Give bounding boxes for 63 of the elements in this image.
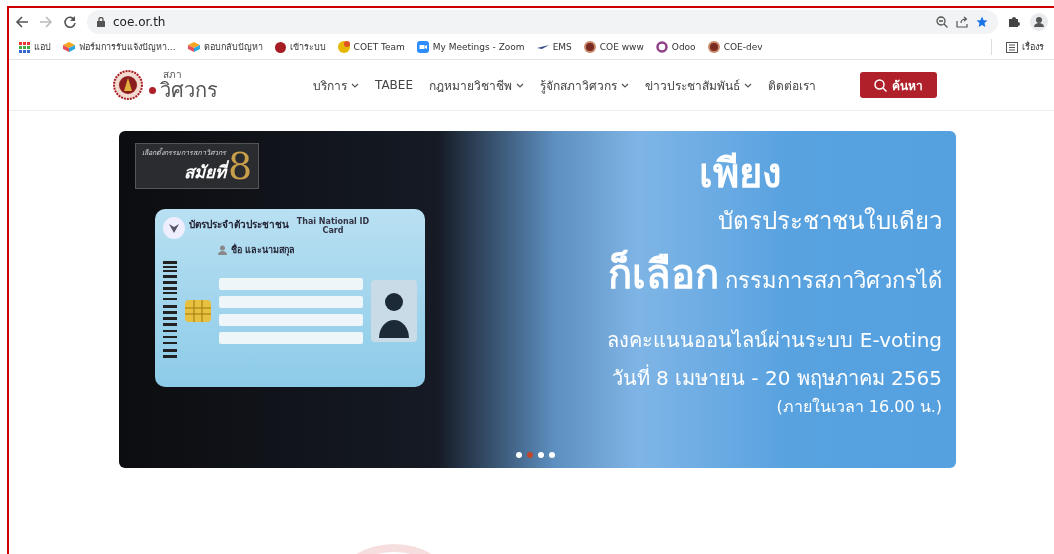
- cube-icon: [187, 42, 200, 52]
- banner-text: วันที่ 8 เมษายน - 20 พฤษภาคม 2565: [611, 363, 942, 392]
- dot-icon: [149, 86, 156, 94]
- bookmark-item[interactable]: ตอบกลับปัญหา: [183, 40, 267, 54]
- banner-text: ลงคะแนนออนไลน์ผ่านระบบ E-voting: [607, 327, 942, 354]
- nav-link[interactable]: กฎหมายวิชาชีพ: [429, 75, 524, 95]
- reading-list-button[interactable]: เรื่องร: [1002, 40, 1048, 54]
- banner-text: บัตรประชาชนใบเดียว: [718, 206, 942, 237]
- bookmark-item[interactable]: แอป: [15, 40, 55, 54]
- barcode-icon: [163, 261, 177, 361]
- bookmark-item[interactable]: ฟอร์มการรับแจ้งปัญหา...: [59, 40, 180, 54]
- banner-text: (ภายในเวลา 16.00 น.): [776, 396, 942, 418]
- carousel-dot[interactable]: [549, 452, 555, 458]
- banner-headline: เพียง: [699, 151, 782, 195]
- search-icon: [874, 78, 887, 92]
- nav-link[interactable]: บริการ: [313, 75, 359, 95]
- list-icon: [1006, 41, 1018, 53]
- bookmark-item[interactable]: COE-dev: [703, 41, 767, 53]
- lock-icon: [97, 16, 105, 27]
- carousel-dot[interactable]: [527, 452, 533, 458]
- puzzle-piece-icon[interactable]: [1008, 15, 1020, 28]
- carousel-dot[interactable]: [516, 452, 522, 458]
- chevron-down-icon: [516, 82, 524, 88]
- bookmark-item[interactable]: COET Team: [333, 41, 409, 53]
- swoosh-icon: [536, 44, 549, 50]
- reload-icon[interactable]: [63, 14, 77, 29]
- nav-link[interactable]: ข่าวประชาสัมพันธ์: [645, 75, 752, 95]
- circle-icon: [274, 41, 286, 53]
- bookmark-item[interactable]: My Meetings - Zoom: [412, 41, 529, 53]
- star-icon[interactable]: [976, 15, 988, 28]
- logo-text: วิศวกร: [160, 80, 218, 100]
- smiley-icon: [337, 41, 350, 53]
- share-icon[interactable]: [956, 15, 968, 28]
- nav-link[interactable]: รู้จักสภาวิศวกร: [540, 75, 629, 95]
- banner-text: กรรมการสภาวิศวกรได้: [725, 267, 942, 295]
- carousel-dot[interactable]: [538, 452, 544, 458]
- cube-icon: [63, 42, 75, 52]
- apps-grid-icon[interactable]: [19, 41, 30, 53]
- profile-avatar-icon[interactable]: [1030, 12, 1048, 31]
- address-bar[interactable]: coe.or.th: [87, 9, 998, 34]
- bookmark-item[interactable]: Odoo: [651, 41, 700, 53]
- bookmark-item[interactable]: เข้าระบบ: [270, 40, 330, 54]
- chevron-down-icon: [744, 82, 752, 88]
- logo-text: สภา: [163, 70, 183, 80]
- seal-logo-icon[interactable]: [113, 70, 143, 100]
- chevron-down-icon: [621, 82, 629, 88]
- person-silhouette-icon: [371, 280, 417, 342]
- nav-link[interactable]: TABEE: [375, 78, 413, 92]
- bookmark-item[interactable]: EMS: [532, 42, 576, 52]
- seal-icon: [707, 41, 720, 53]
- chip-icon: [185, 300, 211, 322]
- bookmark-item[interactable]: COE www: [579, 41, 648, 53]
- back-arrow-icon[interactable]: [15, 14, 29, 29]
- seal-icon: [583, 41, 596, 53]
- video-camera-icon: [416, 41, 429, 53]
- ring-icon: [655, 41, 668, 53]
- zoom-out-icon[interactable]: [936, 15, 948, 28]
- emblem-icon: [163, 217, 185, 239]
- banner-headline: ก็เลือก: [608, 248, 719, 299]
- search-button[interactable]: ค้นหา: [860, 72, 937, 98]
- chevron-down-icon: [351, 82, 359, 88]
- nav-link[interactable]: ติดต่อเรา: [768, 75, 816, 95]
- person-icon: [218, 245, 227, 255]
